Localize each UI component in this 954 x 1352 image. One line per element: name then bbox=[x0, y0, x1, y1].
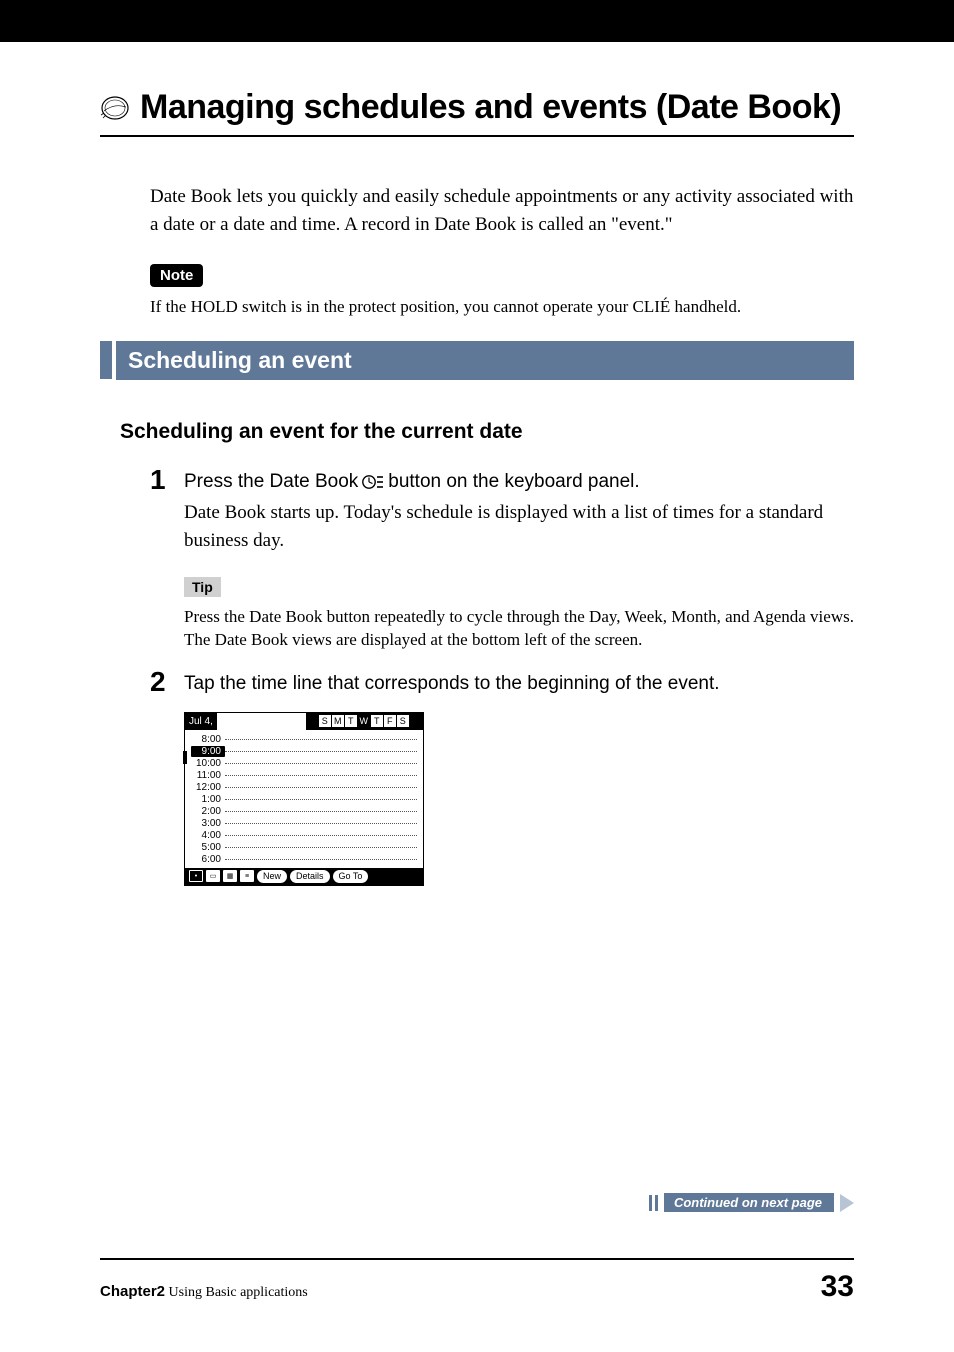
intro-paragraph: Date Book lets you quickly and easily sc… bbox=[150, 183, 854, 238]
day-tue[interactable]: T bbox=[344, 714, 358, 728]
step-1-instruction: Press the Date Book button on the keyboa… bbox=[184, 468, 854, 496]
time-row[interactable]: 10:00 bbox=[191, 758, 417, 769]
step-text-a: Tap the time line that corresponds to th… bbox=[184, 670, 720, 698]
note-text: If the HOLD switch is in the protect pos… bbox=[150, 295, 854, 319]
section-accent bbox=[100, 341, 112, 379]
time-row[interactable]: 3:00 bbox=[191, 818, 417, 829]
time-row[interactable]: 11:00 bbox=[191, 770, 417, 781]
subheading: Scheduling an event for the current date bbox=[120, 420, 854, 444]
section-heading: Scheduling an event bbox=[116, 341, 854, 380]
new-button[interactable]: New bbox=[257, 870, 287, 883]
time-list: 8:00 9:00 10:00 11:00 12:00 1:00 2:00 3:… bbox=[185, 730, 423, 868]
step-1-desc: Date Book starts up. Today's schedule is… bbox=[184, 499, 854, 554]
prev-week-icon[interactable]: ◀ bbox=[306, 714, 319, 728]
continued-text: Continued on next page bbox=[664, 1193, 834, 1212]
datebook-button-icon bbox=[362, 474, 384, 490]
day-sat[interactable]: S bbox=[396, 714, 410, 728]
note-badge: Note bbox=[150, 264, 203, 287]
footer-chapter-title: Using Basic applications bbox=[169, 1285, 308, 1300]
event-handle[interactable] bbox=[183, 751, 187, 764]
step-text-b: button on the keyboard panel. bbox=[388, 468, 639, 496]
time-row[interactable]: 4:00 bbox=[191, 830, 417, 841]
screenshot-date: Jul 4, bbox=[185, 716, 217, 727]
view-month-icon[interactable]: ▦ bbox=[223, 870, 237, 882]
day-sun[interactable]: S bbox=[318, 714, 332, 728]
step-1: 1 Press the Date Book button on the keyb… bbox=[150, 468, 854, 555]
continued-banner: Continued on next page bbox=[649, 1193, 854, 1212]
time-row-selected[interactable]: 9:00 bbox=[191, 746, 417, 757]
step-number: 1 bbox=[150, 466, 184, 555]
datebook-app-icon bbox=[100, 93, 130, 123]
time-row[interactable]: 5:00 bbox=[191, 842, 417, 853]
goto-button[interactable]: Go To bbox=[333, 870, 369, 883]
tip-badge: Tip bbox=[184, 577, 221, 597]
step-number: 2 bbox=[150, 668, 184, 698]
next-week-icon[interactable]: ▶ bbox=[410, 714, 423, 728]
page-number: 33 bbox=[821, 1270, 854, 1304]
screenshot-header: Jul 4, ◀ S M T W T F S ▶ bbox=[185, 713, 423, 730]
step-text-a: Press the Date Book bbox=[184, 468, 358, 496]
day-thu[interactable]: T bbox=[370, 714, 384, 728]
details-button[interactable]: Details bbox=[290, 870, 330, 883]
datebook-screenshot: Jul 4, ◀ S M T W T F S ▶ 8:00 9:00 10:00… bbox=[184, 712, 424, 886]
page-title: Managing schedules and events (Date Book… bbox=[140, 88, 841, 127]
day-mon[interactable]: M bbox=[331, 714, 345, 728]
time-row[interactable]: 12:00 bbox=[191, 782, 417, 793]
tip-text: Press the Date Book button repeatedly to… bbox=[184, 605, 854, 653]
title-underline bbox=[100, 135, 854, 137]
view-week-icon[interactable]: ▭ bbox=[206, 870, 220, 882]
page-footer: Chapter2 Using Basic applications 33 bbox=[100, 1258, 854, 1304]
page-title-row: Managing schedules and events (Date Book… bbox=[100, 88, 854, 127]
step-2-instruction: Tap the time line that corresponds to th… bbox=[184, 670, 854, 698]
continued-arrow-icon bbox=[840, 1194, 854, 1212]
section-heading-bar: Scheduling an event bbox=[100, 341, 854, 380]
time-row[interactable]: 1:00 bbox=[191, 794, 417, 805]
screenshot-footer: • ▭ ▦ ≡ New Details Go To bbox=[185, 868, 423, 885]
step-2: 2 Tap the time line that corresponds to … bbox=[150, 670, 854, 698]
header-black-bar bbox=[0, 0, 954, 42]
view-day-icon[interactable]: • bbox=[189, 870, 203, 882]
time-row[interactable]: 2:00 bbox=[191, 806, 417, 817]
time-row[interactable]: 6:00 bbox=[191, 854, 417, 865]
view-agenda-icon[interactable]: ≡ bbox=[240, 870, 254, 882]
day-wed[interactable]: W bbox=[357, 714, 371, 728]
footer-chapter: Chapter2 bbox=[100, 1283, 165, 1300]
day-fri[interactable]: F bbox=[383, 714, 397, 728]
time-row[interactable]: 8:00 bbox=[191, 734, 417, 745]
